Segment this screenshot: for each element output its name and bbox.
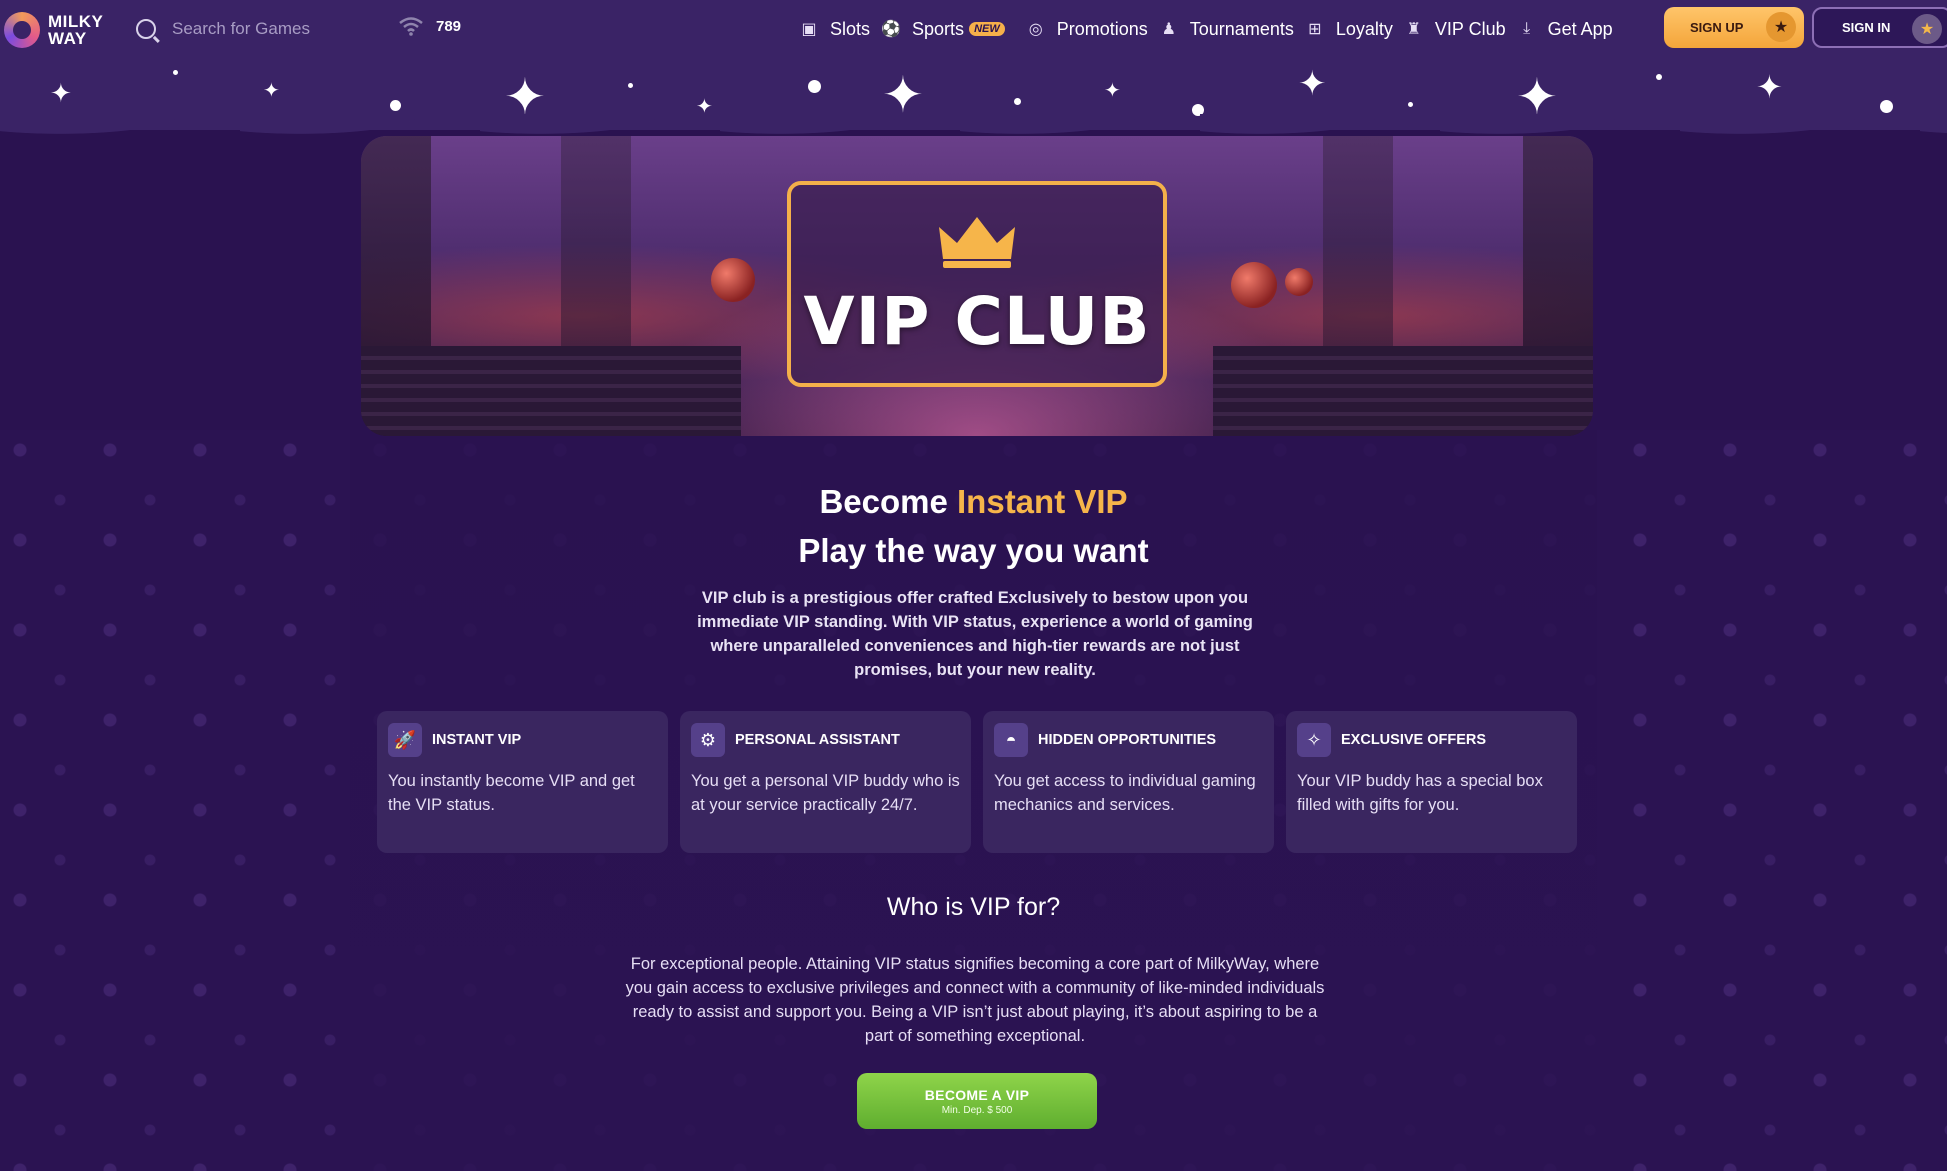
ufo-icon: ◓ (994, 723, 1028, 757)
dot-decoration (173, 70, 178, 75)
card-title: PERSONAL ASSISTANT (735, 732, 900, 748)
nav-label-tournaments: Tournaments (1189, 18, 1294, 39)
nav-item-loyalty[interactable]: ⊞ Loyalty (1306, 0, 1405, 58)
search-bar (136, 14, 366, 44)
vip-club-title-box: VIP CLUB (787, 181, 1167, 387)
orb-decoration (1231, 262, 1277, 308)
sparkle-icon: ✦ (1298, 65, 1327, 103)
benefit-card-personal-assistant: ⚙ PERSONAL ASSISTANT You get a personal … (680, 711, 971, 853)
card-text: Your VIP buddy has a special box filled … (1297, 772, 1543, 814)
nav-item-vip-club[interactable]: ♜ VIP Club (1405, 0, 1518, 58)
loyalty-icon: ⊞ (1308, 21, 1322, 38)
logo-line2: WAY (48, 29, 87, 48)
online-indicator: 789 (398, 16, 461, 36)
rocket-icon: 🚀 (388, 723, 422, 757)
nav-item-tournaments[interactable]: ♟ Tournaments (1160, 0, 1306, 58)
card-text: You get a personal VIP buddy who is at y… (691, 772, 960, 814)
card-title: INSTANT VIP (432, 732, 522, 748)
download-icon: ⤓ (1523, 20, 1531, 37)
sparkle-icon: ✦ (263, 80, 280, 102)
orb-decoration (711, 258, 755, 302)
star-icon: ★ (1912, 14, 1942, 44)
sign-up-label: SIGN UP (1690, 20, 1744, 35)
benefit-card-exclusive-offers: ✧ EXCLUSIVE OFFERS Your VIP buddy has a … (1286, 711, 1577, 853)
castle-icon: ♜ (1406, 21, 1422, 38)
hero-intro-text: VIP club is a prestigious offer crafted … (697, 589, 1253, 679)
stars-decoration: ✦ ✦ ✦ ✦ ✦ ✦ ✦ ✦ ✦ (0, 58, 1947, 144)
dot-decoration (1192, 104, 1204, 116)
benefit-card-hidden-opportunities: ◓ HIDDEN OPPORTUNITIES You get access to… (983, 711, 1274, 853)
dot-decoration (1014, 98, 1021, 105)
card-text: You instantly become VIP and get the VIP… (388, 772, 635, 814)
dot-decoration (1880, 100, 1893, 113)
sparkle-icon: ✦ (1516, 69, 1558, 125)
sparkle-icon: ✦ (50, 78, 72, 108)
stair-decoration (361, 346, 741, 436)
top-navigation-bar: MILKY WAY 789 ▣ Slots ⚽ Sports NEW ◎ Pro… (0, 0, 1947, 59)
sparkle-icon: ✦ (696, 96, 713, 118)
sparkle-icon: ✦ (882, 67, 924, 123)
logo-text: MILKY WAY (48, 13, 103, 47)
min-deposit-label: Min. Dep. $ 500 (941, 1104, 1013, 1116)
nav-label-vip-club: VIP Club (1434, 18, 1506, 39)
sign-in-button[interactable]: SIGN IN ★ (1812, 7, 1947, 48)
vip-club-title: VIP CLUB (803, 283, 1151, 360)
nav-item-get-app[interactable]: ⤓ Get App (1518, 0, 1625, 58)
hero-heading-accent: Instant VIP (957, 483, 1128, 520)
benefit-cards: 🚀 INSTANT VIP You instantly become VIP a… (377, 711, 1577, 853)
hero-subheading: Play the way you want (798, 532, 1149, 569)
main-nav: ▣ Slots ⚽ Sports NEW ◎ Promotions ♟ Tour… (800, 0, 1625, 58)
robot-icon: ⚙ (691, 723, 725, 757)
nav-label-promotions: Promotions (1056, 18, 1148, 39)
crown-icon (939, 217, 1015, 268)
wifi-icon (399, 17, 423, 36)
dot-decoration (808, 80, 821, 93)
benefit-card-instant-vip: 🚀 INSTANT VIP You instantly become VIP a… (377, 711, 668, 853)
logo-line1: MILKY (48, 12, 104, 31)
sign-in-label: SIGN IN (1842, 20, 1891, 35)
gift-stars-icon: ✧ (1297, 723, 1331, 757)
hero-heading: Become Instant VIP (0, 483, 1947, 521)
become-vip-label: BECOME A VIP (924, 1086, 1030, 1103)
stair-decoration (1213, 346, 1593, 436)
online-count: 789 (436, 17, 462, 35)
card-title: HIDDEN OPPORTUNITIES (1038, 732, 1217, 748)
search-icon[interactable] (136, 19, 156, 39)
logo-mark-icon (4, 12, 40, 48)
target-icon: ◎ (1028, 21, 1043, 38)
soccer-ball-icon: ⚽ (881, 21, 901, 38)
new-badge: NEW (969, 22, 1005, 36)
who-is-vip-text: For exceptional people. Attaining VIP st… (625, 955, 1325, 1045)
dot-decoration (1656, 74, 1662, 80)
orb-decoration (1285, 268, 1313, 296)
sparkle-icon: ✦ (504, 69, 546, 125)
logo[interactable]: MILKY WAY (4, 8, 108, 52)
nav-item-promotions[interactable]: ◎ Promotions (1027, 0, 1160, 58)
who-is-vip-title: Who is VIP for? (886, 893, 1061, 921)
slot-machine-icon: ▣ (801, 21, 817, 38)
hero-heading-prefix: Become (819, 483, 958, 520)
nav-item-sports[interactable]: ⚽ Sports NEW (881, 0, 1017, 58)
podium-icon: ♟ (1161, 21, 1176, 38)
nav-label-loyalty: Loyalty (1335, 18, 1393, 39)
card-text: You get access to individual gaming mech… (994, 772, 1256, 814)
nav-label-slots: Slots (830, 18, 871, 39)
sparkle-icon: ✦ (1756, 69, 1783, 105)
card-title: EXCLUSIVE OFFERS (1341, 732, 1487, 748)
sign-up-button[interactable]: SIGN UP ★ (1664, 7, 1804, 48)
star-icon: ★ (1766, 12, 1796, 42)
vip-club-banner: VIP CLUB (361, 136, 1593, 436)
nav-label-sports: Sports (912, 18, 965, 39)
dot-decoration (1408, 102, 1413, 107)
dot-decoration (390, 100, 401, 111)
dot-decoration (628, 83, 633, 88)
become-vip-button[interactable]: BECOME A VIP Min. Dep. $ 500 (857, 1073, 1097, 1129)
nav-item-slots[interactable]: ▣ Slots (800, 0, 882, 58)
nav-label-get-app: Get App (1547, 18, 1613, 39)
search-input[interactable] (170, 18, 354, 40)
sparkle-icon: ✦ (1104, 80, 1121, 102)
